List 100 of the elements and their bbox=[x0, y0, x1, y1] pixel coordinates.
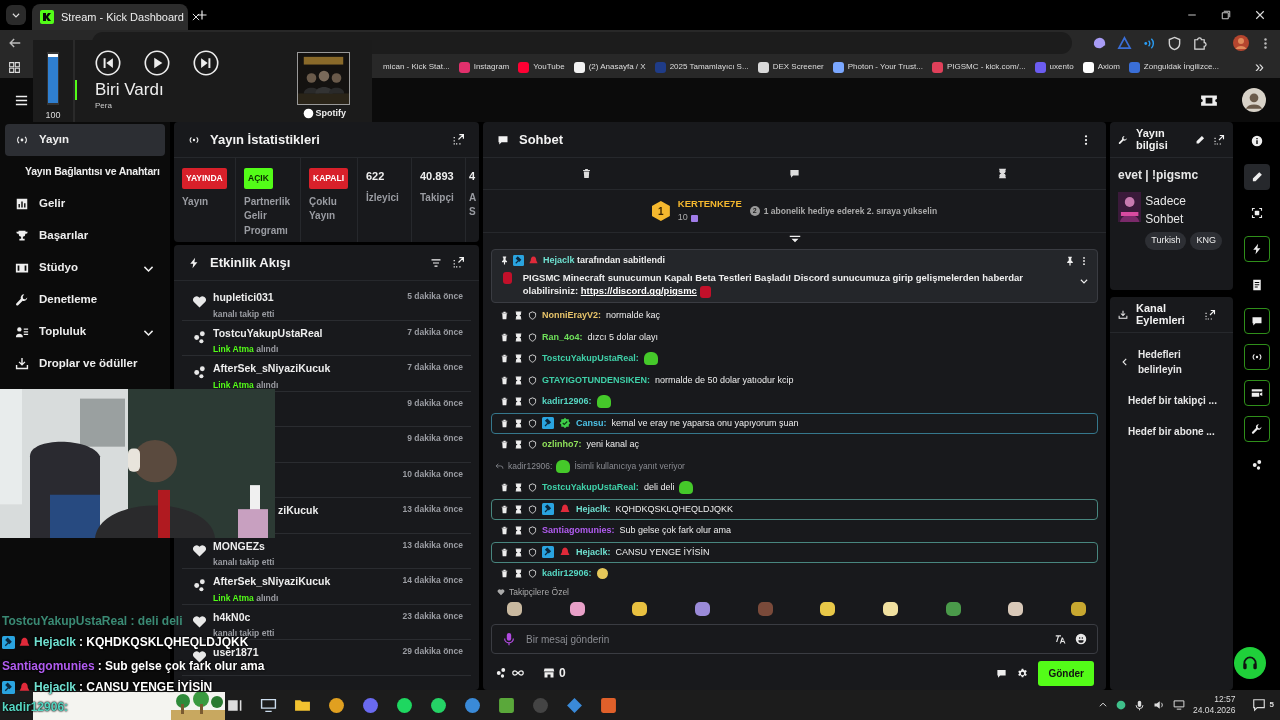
more-bookmarks-button[interactable]: » bbox=[1247, 55, 1280, 79]
mic-icon[interactable] bbox=[1134, 699, 1145, 711]
rail-button[interactable] bbox=[1244, 416, 1270, 442]
rail-button[interactable] bbox=[1244, 308, 1270, 334]
emote-icon[interactable] bbox=[694, 601, 710, 616]
link[interactable]: https://discord.gg/pigsmc bbox=[580, 285, 697, 297]
close-window-icon[interactable] bbox=[1254, 9, 1266, 21]
delete-icon[interactable] bbox=[500, 418, 509, 428]
chat-user[interactable]: GTAYIGOTUNDENSIKEN: bbox=[542, 373, 650, 388]
circle-icon[interactable] bbox=[362, 696, 379, 714]
network-icon[interactable] bbox=[1173, 699, 1185, 711]
category-name[interactable]: Sadece Sohbet bbox=[1145, 192, 1225, 228]
previous-icon[interactable] bbox=[95, 50, 121, 76]
bookmark[interactable]: YouTube bbox=[518, 61, 565, 73]
chat-user[interactable]: kadir12906: bbox=[542, 395, 592, 409]
chat-user[interactable]: Hejaclk: bbox=[576, 545, 611, 560]
delete-icon[interactable] bbox=[500, 354, 509, 364]
diamond-icon[interactable] bbox=[566, 696, 583, 714]
send-button[interactable]: Gönder bbox=[1038, 660, 1094, 686]
bookmark[interactable]: DEX Screener bbox=[757, 61, 824, 73]
delete-icon[interactable] bbox=[500, 332, 509, 342]
emoji-icon[interactable] bbox=[1075, 633, 1087, 645]
sidebar-item[interactable]: Gelir bbox=[5, 188, 165, 220]
timeout-icon[interactable] bbox=[514, 397, 523, 407]
shield-icon[interactable] bbox=[1167, 35, 1182, 51]
chevron-up-icon[interactable] bbox=[1098, 700, 1108, 710]
volume-icon[interactable] bbox=[1153, 699, 1165, 711]
timeout-icon[interactable] bbox=[514, 311, 523, 321]
timeout-icon[interactable] bbox=[514, 504, 523, 514]
back-icon[interactable] bbox=[8, 36, 22, 50]
close-tab-icon[interactable] bbox=[190, 12, 201, 22]
chat-icon[interactable] bbox=[996, 667, 1008, 679]
delete-icon[interactable] bbox=[500, 397, 509, 407]
bookmark[interactable]: Zonguldak İngilizce... bbox=[1128, 61, 1219, 73]
emote-icon[interactable] bbox=[882, 601, 898, 616]
rail-button[interactable] bbox=[1244, 236, 1270, 262]
emote-icon[interactable] bbox=[1070, 601, 1086, 616]
monitor-icon[interactable] bbox=[260, 696, 277, 714]
chat-user[interactable]: TostcuYakupUstaReal: bbox=[542, 481, 639, 495]
chat-user[interactable]: Ran_4o4: bbox=[542, 330, 583, 345]
sidebar-item[interactable]: Stüdyo bbox=[5, 252, 165, 284]
emote-icon[interactable] bbox=[1008, 601, 1024, 616]
tag[interactable]: Turkish bbox=[1145, 232, 1187, 250]
sidebar-item[interactable]: Droplar ve ödüller bbox=[5, 348, 165, 380]
timeout-icon[interactable] bbox=[514, 354, 523, 364]
sidebar-item[interactable]: Başarılar bbox=[5, 220, 165, 252]
translate-icon[interactable] bbox=[1055, 633, 1067, 645]
block-icon[interactable] bbox=[498, 696, 515, 714]
popout-icon[interactable] bbox=[452, 256, 465, 269]
action-item[interactable]: Hedef bir abone ... bbox=[1120, 424, 1227, 439]
delete-icon[interactable] bbox=[500, 504, 509, 514]
apps-icon[interactable] bbox=[8, 60, 21, 74]
bookmark[interactable]: uxento bbox=[1034, 61, 1074, 73]
timeout-icon[interactable] bbox=[514, 526, 523, 536]
chat-user[interactable]: ozlinho7: bbox=[542, 438, 582, 452]
chat-user[interactable]: Hejaclk: bbox=[576, 502, 611, 517]
new-tab-icon[interactable] bbox=[196, 9, 208, 21]
popout-icon[interactable] bbox=[452, 133, 465, 146]
popout-icon[interactable] bbox=[1213, 133, 1225, 146]
puzzle-icon[interactable] bbox=[1192, 35, 1207, 51]
emote-icon[interactable] bbox=[569, 601, 585, 616]
notifications-button[interactable]: 5 bbox=[1251, 698, 1274, 712]
delete-icon[interactable] bbox=[500, 440, 509, 450]
circle-icon[interactable] bbox=[430, 696, 447, 714]
timeout-icon[interactable] bbox=[514, 375, 523, 385]
chat-user[interactable]: Santiagomunies: bbox=[542, 524, 615, 538]
delete-icon[interactable] bbox=[500, 483, 509, 493]
delete-icon[interactable] bbox=[500, 569, 509, 579]
square-icon[interactable] bbox=[600, 696, 617, 714]
rail-button[interactable] bbox=[1244, 380, 1270, 406]
circle-icon[interactable] bbox=[328, 696, 345, 714]
timeout-icon[interactable] bbox=[514, 569, 523, 579]
bookmark[interactable]: Instagram bbox=[458, 61, 510, 73]
delete-icon[interactable] bbox=[500, 547, 509, 557]
timeout-icon[interactable] bbox=[514, 332, 523, 342]
bookmark[interactable]: (2) Anasayfa / X bbox=[573, 61, 646, 73]
chat-user[interactable]: kadir12906: bbox=[542, 567, 592, 581]
timeout-icon[interactable] bbox=[514, 547, 523, 557]
sidebar-item[interactable]: Yayın Bağlantısı ve Anahtarı bbox=[5, 156, 165, 188]
emote-icon[interactable] bbox=[820, 601, 836, 616]
timeout-icon[interactable] bbox=[514, 483, 523, 493]
play-icon[interactable] bbox=[144, 50, 170, 76]
popout-icon[interactable] bbox=[1204, 308, 1216, 321]
triangle-icon[interactable] bbox=[1117, 35, 1132, 51]
sidebar-item[interactable]: Topluluk bbox=[5, 316, 165, 348]
bookmark[interactable]: 2025 Tamamlayıcı S... bbox=[654, 61, 749, 73]
avatar-icon[interactable] bbox=[1233, 35, 1249, 51]
hourglass-icon[interactable] bbox=[996, 168, 1008, 179]
circle-icon[interactable] bbox=[464, 696, 481, 714]
restore-icon[interactable] bbox=[1220, 9, 1232, 21]
timeout-icon[interactable] bbox=[514, 418, 523, 428]
chat-user[interactable]: TostcuYakupUstaReal: bbox=[542, 352, 639, 366]
bookmark[interactable]: Photon - Your Trust... bbox=[832, 61, 923, 73]
bookmark[interactable]: PIGSMC - kick.com/... bbox=[931, 61, 1026, 73]
action-item[interactable]: Hedef bir takipçi ... bbox=[1120, 393, 1227, 408]
emote-icon[interactable] bbox=[507, 601, 522, 616]
rail-button[interactable] bbox=[1244, 164, 1270, 190]
timeout-icon[interactable] bbox=[514, 440, 523, 450]
back-link[interactable]: Hedefleri belirleyin bbox=[1120, 347, 1227, 377]
sidebar-item[interactable]: Yayın bbox=[5, 124, 165, 156]
